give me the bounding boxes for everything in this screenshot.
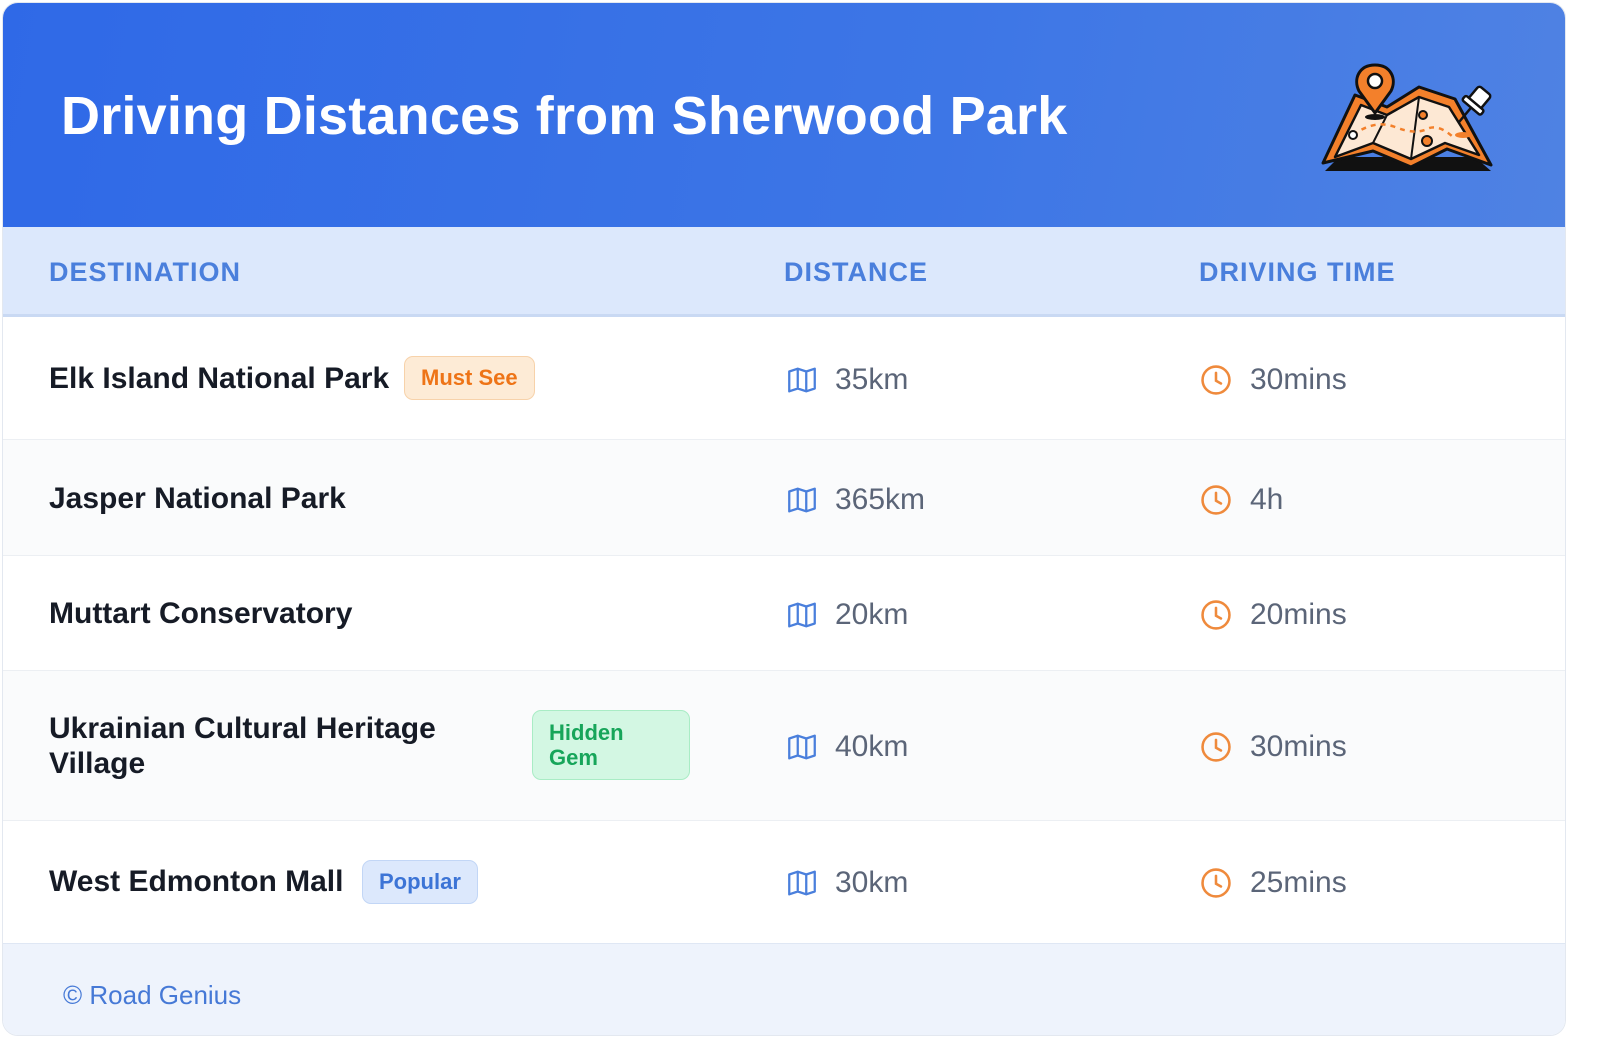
map-icon — [788, 367, 816, 393]
clock-icon — [1201, 485, 1231, 515]
table-header: DESTINATION DISTANCE DRIVING TIME — [3, 227, 1565, 317]
map-icon — [788, 487, 816, 513]
card-header: Driving Distances from Sherwood Park — [3, 3, 1565, 227]
popular-badge: Popular — [362, 860, 478, 904]
driving-time-value: 30mins — [1250, 730, 1347, 763]
hidden-gem-badge: Hidden Gem — [532, 710, 690, 780]
destination-name: Jasper National Park — [49, 482, 346, 515]
distance-value: 365km — [835, 483, 926, 516]
clock-icon — [1201, 600, 1231, 630]
column-header-driving-time: DRIVING TIME — [1199, 257, 1396, 287]
table-row: Ukrainian Cultural Heritage Village Hidd… — [3, 671, 1565, 821]
destination-name: Elk Island National Park — [49, 362, 390, 395]
table-row: Muttart Conservatory 20km 20mins — [3, 556, 1565, 671]
destination-name: Muttart Conservatory — [49, 597, 353, 630]
distances-card: Driving Distances from Sherwood Park DES… — [2, 2, 1566, 1036]
clock-icon — [1201, 868, 1231, 898]
page-title: Driving Distances from Sherwood Park — [61, 86, 1068, 146]
map-icon — [788, 870, 816, 896]
driving-time-value: 4h — [1250, 483, 1284, 516]
destination-name: Ukrainian Cultural Heritage Village — [49, 712, 436, 780]
copyright-text: © Road Genius — [63, 980, 242, 1010]
driving-time-value: 25mins — [1250, 866, 1347, 899]
must-see-badge: Must See — [404, 356, 535, 400]
distance-value: 20km — [835, 598, 909, 631]
column-header-distance: DISTANCE — [784, 257, 929, 287]
map-icon — [788, 734, 816, 760]
destination-name: West Edmonton Mall — [49, 865, 344, 898]
clock-icon — [1201, 365, 1231, 395]
driving-time-value: 30mins — [1250, 363, 1347, 396]
driving-time-value: 20mins — [1250, 598, 1347, 631]
table-row: West Edmonton Mall Popular 30km 25mins — [3, 821, 1565, 943]
clock-icon — [1201, 732, 1231, 762]
table-row: Jasper National Park 365km 4h — [3, 440, 1565, 556]
column-header-destination: DESTINATION — [49, 257, 241, 287]
map-with-pins-icon — [1321, 63, 1493, 171]
distance-value: 35km — [835, 363, 909, 396]
distance-value: 40km — [835, 730, 909, 763]
map-icon — [788, 602, 816, 628]
card-footer: © Road Genius — [3, 943, 1565, 1035]
table-row: Elk Island National Park Must See 35km 3… — [3, 317, 1565, 440]
distance-value: 30km — [835, 866, 909, 899]
